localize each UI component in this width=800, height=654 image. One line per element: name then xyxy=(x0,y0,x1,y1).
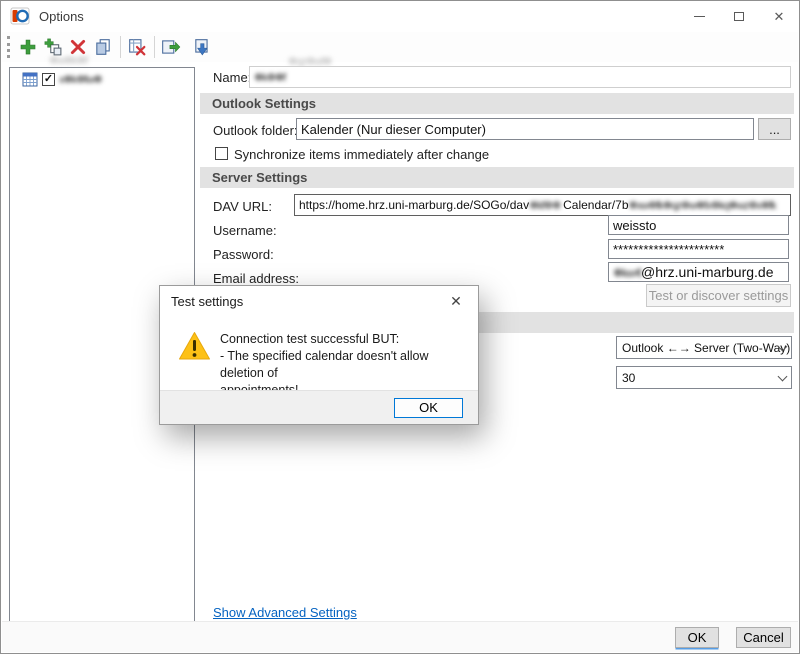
close-button[interactable]: ✕ xyxy=(759,1,799,31)
sync-mode-value: Outlook ←→ Server (Two-Way) xyxy=(622,341,790,355)
test-settings-title-bar: Test settings ✕ xyxy=(160,286,478,316)
toolbar-separator xyxy=(120,36,121,58)
minimize-icon xyxy=(694,16,705,17)
test-settings-body: Connection test successful BUT: - The sp… xyxy=(160,316,478,390)
sync-interval-dropdown[interactable]: 30 xyxy=(616,366,792,389)
profile-checkbox[interactable]: ✓ xyxy=(42,73,55,86)
test-settings-footer: OK xyxy=(160,390,478,424)
email-label: Email address: xyxy=(213,271,299,286)
message-line: - The specified calendar doesn't allow d… xyxy=(220,348,468,382)
dav-url-label: DAV URL: xyxy=(213,199,272,214)
warning-icon xyxy=(178,331,211,364)
add-multiple-profiles-icon xyxy=(44,38,62,56)
test-settings-title: Test settings xyxy=(171,294,243,309)
username-input[interactable] xyxy=(608,215,789,235)
password-input[interactable] xyxy=(608,239,789,259)
dav-url-redacted: ✻kf✼✻ xyxy=(529,199,563,212)
clear-cache-icon xyxy=(128,38,146,56)
import-profiles-button[interactable] xyxy=(159,35,183,59)
copy-profile-icon xyxy=(94,38,112,56)
show-advanced-settings-link[interactable]: Show Advanced Settings xyxy=(213,605,357,620)
toolbar-grip[interactable] xyxy=(7,36,10,58)
delete-profile-icon xyxy=(69,38,87,56)
chevron-down-icon xyxy=(778,371,788,381)
close-icon: ✕ xyxy=(450,293,462,310)
dialog-footer-bar: OK Cancel xyxy=(2,621,798,652)
caldav-synchronizer-icon xyxy=(10,6,30,26)
clear-cache-button[interactable] xyxy=(125,35,149,59)
email-prefix-redacted: ✻kw✼ xyxy=(613,266,641,280)
sync-interval-value: 30 xyxy=(622,371,635,385)
maximize-icon xyxy=(734,12,744,21)
sync-mode-dropdown[interactable]: Outlook ←→ Server (Two-Way) xyxy=(616,336,792,359)
toolbar-separator xyxy=(154,36,155,58)
options-window: Options ✕ xyxy=(0,0,800,654)
test-settings-ok-button[interactable]: OK xyxy=(394,398,463,418)
test-settings-dialog: Test settings ✕ Connection test successf… xyxy=(159,285,479,425)
dav-url-input[interactable]: https://home.hrz.uni-marburg.de/SOGo/dav… xyxy=(294,194,791,216)
test-settings-close-button[interactable]: ✕ xyxy=(434,286,478,316)
title-bar: Options ✕ xyxy=(1,1,799,31)
add-multiple-profiles-button[interactable] xyxy=(41,35,65,59)
test-settings-button[interactable]: Test or discover settings xyxy=(646,284,791,307)
window-title: Options xyxy=(39,9,84,24)
import-profiles-icon xyxy=(161,38,181,56)
server-settings-header: Server Settings xyxy=(200,167,794,188)
outlook-settings-header: Outlook Settings xyxy=(200,93,794,114)
profiles-toolbar xyxy=(2,32,798,62)
email-input[interactable]: ✻kw✼@hrz.uni-marburg.de xyxy=(608,262,789,282)
outlook-folder-input[interactable] xyxy=(296,118,754,140)
browse-folder-button[interactable]: ... xyxy=(758,118,791,140)
name-value-redacted: ✻k✼✻f xyxy=(254,71,290,84)
profile-name-redacted: x✻k✼fw✻ xyxy=(59,73,111,86)
sync-immediately-checkbox[interactable]: ✓ xyxy=(215,147,228,160)
name-input[interactable]: ✻k✼✻f xyxy=(249,66,791,88)
maximize-button[interactable] xyxy=(719,1,759,31)
ok-button[interactable]: OK xyxy=(675,627,719,648)
delete-profile-button[interactable] xyxy=(66,35,90,59)
outlook-folder-label: Outlook folder: xyxy=(213,123,298,138)
cancel-button[interactable]: Cancel xyxy=(736,627,791,648)
copy-profile-button[interactable] xyxy=(91,35,115,59)
email-suffix-text: @hrz.uni-marburg.de xyxy=(641,264,774,280)
calendar-icon xyxy=(22,72,38,87)
close-icon: ✕ xyxy=(774,10,785,23)
profile-tree-item[interactable]: ✓ x✻k✼fw✻ xyxy=(10,68,194,89)
name-label: Name: xyxy=(213,70,251,85)
minimize-button[interactable] xyxy=(679,1,719,31)
dav-url-redacted: ✻xw✼fk✻qz✼w✻fx✼kq✻wz✼x✻fk xyxy=(629,199,779,212)
password-label: Password: xyxy=(213,247,274,262)
export-profiles-button[interactable] xyxy=(190,35,214,59)
add-profile-button[interactable] xyxy=(16,35,40,59)
dav-url-text: Calendar/7b xyxy=(563,198,628,212)
dav-url-text: https://home.hrz.uni-marburg.de/SOGo/dav xyxy=(299,198,529,212)
export-profiles-icon xyxy=(193,38,211,56)
message-line: Connection test successful BUT: xyxy=(220,331,468,348)
add-profile-icon xyxy=(19,38,37,56)
username-label: Username: xyxy=(213,223,277,238)
sync-immediately-label: Synchronize items immediately after chan… xyxy=(234,147,489,162)
